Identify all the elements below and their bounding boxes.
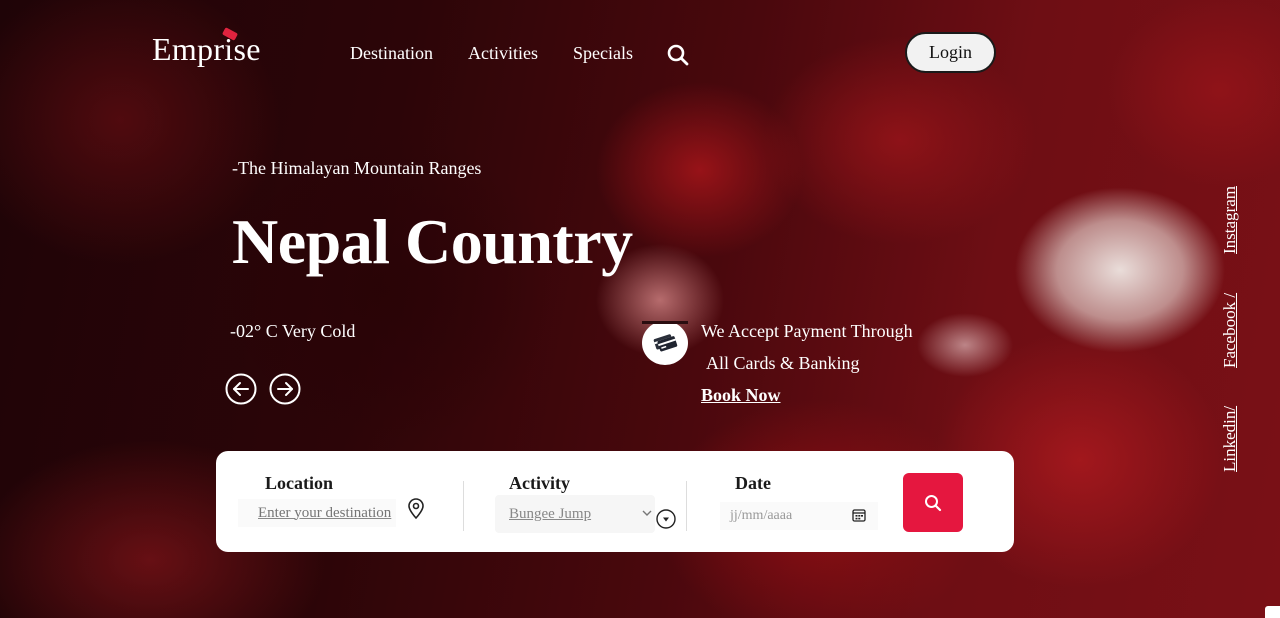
location-input[interactable]: [238, 499, 396, 527]
nav-destination[interactable]: Destination: [350, 42, 433, 64]
arrow-right-circle-icon[interactable]: [269, 373, 301, 405]
arrow-left-circle-icon[interactable]: [225, 373, 257, 405]
payment-line-1: We Accept Payment Through: [701, 321, 913, 341]
credit-cards-icon: [653, 334, 678, 352]
main-nav: Destination Activities Specials: [350, 42, 668, 64]
field-divider: [463, 481, 464, 531]
search-submit-button[interactable]: [903, 473, 963, 532]
activity-select[interactable]: Bungee Jump: [495, 495, 655, 533]
calendar-icon[interactable]: [852, 508, 866, 522]
chevron-down-icon[interactable]: [642, 509, 652, 517]
login-button[interactable]: Login: [905, 32, 996, 73]
search-icon[interactable]: [666, 43, 690, 67]
hero-title: Nepal Country: [232, 206, 633, 277]
weather-text: -02° C Very Cold: [230, 321, 356, 341]
date-label: Date: [735, 473, 771, 493]
hero-kicker: -The Himalayan Mountain Ranges: [232, 158, 482, 178]
book-now-link[interactable]: Book Now: [701, 385, 781, 406]
corner-widget[interactable]: [1265, 606, 1280, 618]
payment-line-2: All Cards & Banking: [706, 353, 860, 373]
nav-specials[interactable]: Specials: [573, 42, 633, 64]
map-pin-icon[interactable]: [406, 498, 426, 520]
booking-search-panel: Location Activity Bungee Jump Date jj/mm…: [216, 451, 1014, 552]
social-linkedin-link[interactable]: Linkedin/: [1220, 406, 1240, 472]
hero-section: Emprise Destination Activities Specials …: [0, 0, 1280, 618]
brand-logo[interactable]: Emprise: [152, 31, 261, 68]
search-icon: [925, 494, 942, 511]
field-divider: [686, 481, 687, 531]
social-facebook-link[interactable]: Facebook /: [1220, 293, 1240, 368]
activity-label: Activity: [509, 473, 570, 493]
dropdown-circle-icon[interactable]: [656, 509, 676, 529]
social-instagram-link[interactable]: Instagram: [1220, 186, 1240, 254]
payment-badge: [642, 321, 688, 365]
nav-activities[interactable]: Activities: [468, 42, 538, 64]
location-label: Location: [265, 473, 334, 493]
